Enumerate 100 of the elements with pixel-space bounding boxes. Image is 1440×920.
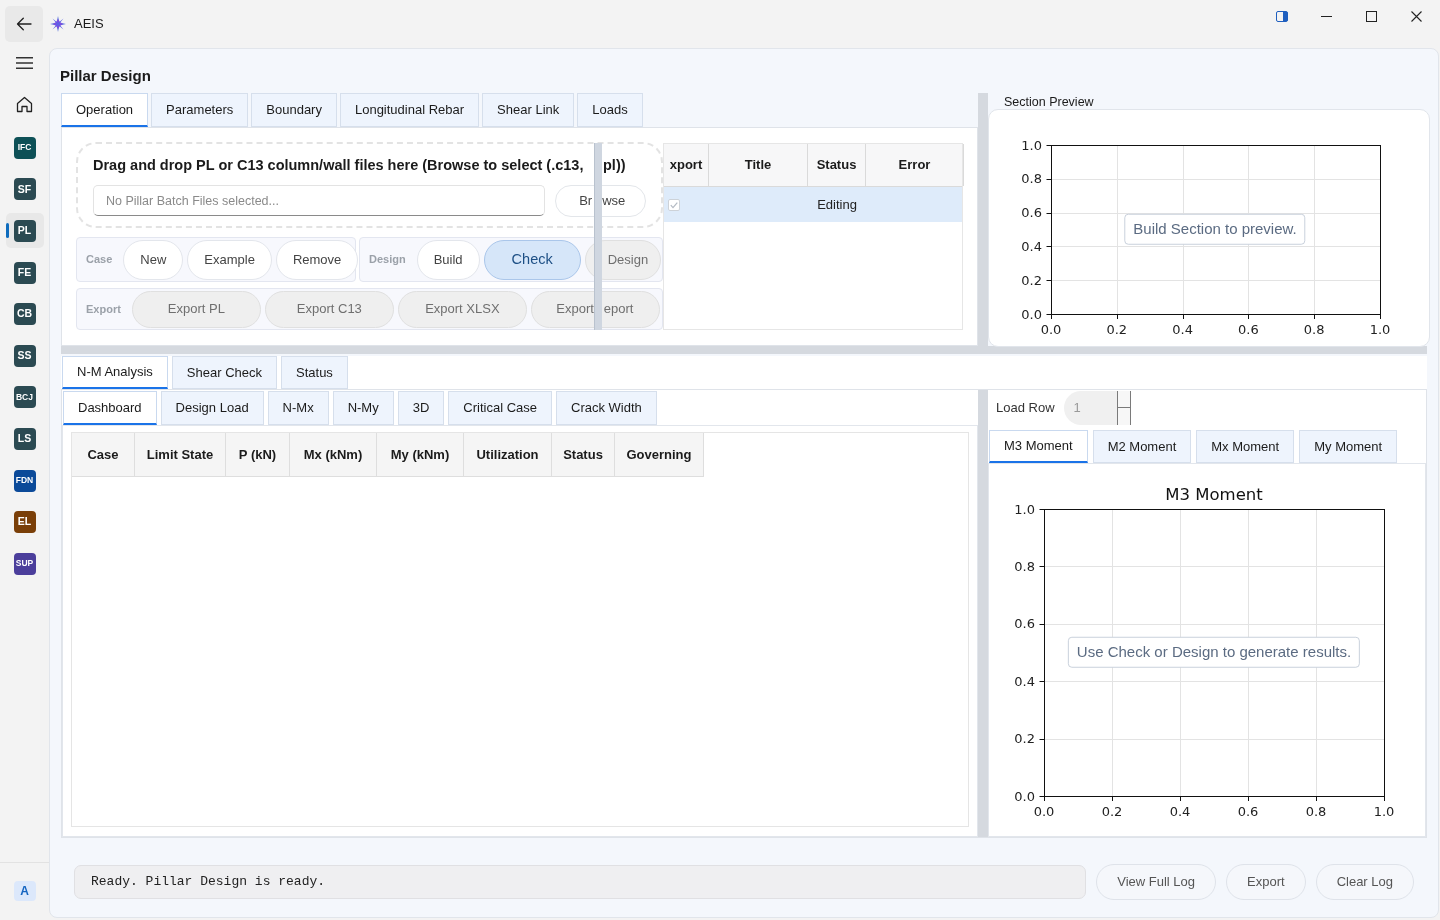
table-cell-text: Editing <box>816 195 858 214</box>
action-button[interactable]: Remove <box>275 239 359 280</box>
action-button[interactable]: New <box>123 239 184 280</box>
tab[interactable]: Dashboard <box>63 391 157 425</box>
tab[interactable]: Longitudinal Rebar <box>339 93 480 127</box>
module-badge: BCJ <box>13 386 36 409</box>
module-badge: SF <box>13 178 36 201</box>
axis-tick-label: 1.0 <box>1369 322 1391 337</box>
column-header: Mx (kNm) <box>290 433 377 477</box>
axis-tick-label: 0.4 <box>1169 804 1191 819</box>
module-badge: CB <box>13 303 36 326</box>
column-header: Case <box>72 433 135 477</box>
axis-tick-label: 0.2 <box>1021 272 1042 288</box>
tab[interactable]: Shear Check <box>171 356 277 389</box>
axis-tick-label: 0.4 <box>1021 239 1042 255</box>
axis-tick-label: 0.6 <box>1021 205 1042 221</box>
axis-tick-label: 0.8 <box>1021 171 1042 187</box>
log-field: Ready. Pillar Design is ready. <box>74 865 1087 899</box>
axis-tick-label: 0.0 <box>1040 322 1062 337</box>
tab[interactable]: M2 Moment <box>1092 430 1192 463</box>
splitter-handle[interactable] <box>594 143 602 330</box>
group-label: Design <box>369 252 406 268</box>
splitter-handle[interactable] <box>978 390 988 837</box>
group-label: Export <box>86 301 121 317</box>
splitter-handle[interactable] <box>61 346 1427 354</box>
column-header: Status <box>552 433 615 477</box>
maximize-icon <box>1366 10 1377 22</box>
axis-tick-label: 0.6 <box>1014 616 1035 632</box>
module-nav-button[interactable]: IFC <box>5 130 44 166</box>
column-header: Governing <box>615 433 704 477</box>
module-nav-button[interactable]: FE <box>5 255 44 291</box>
tab[interactable]: Mx Moment <box>1196 430 1295 463</box>
placeholder-message: Build Section to preview. <box>1124 213 1306 245</box>
field-label: Load Row <box>996 398 1055 417</box>
axis-tick-label: 0.4 <box>1172 322 1193 337</box>
back-button[interactable] <box>5 6 43 42</box>
tab[interactable]: N-M Analysis <box>62 356 168 389</box>
tab[interactable]: Operation <box>61 93 149 127</box>
module-nav-button[interactable]: LS <box>5 421 44 457</box>
module-badge: PL <box>13 220 36 242</box>
axis-tick-label: 0.0 <box>1021 306 1042 322</box>
tab[interactable]: M3 Moment <box>989 430 1088 463</box>
module-badge: EL <box>13 511 36 534</box>
tab[interactable]: N-Mx <box>267 391 329 425</box>
group-title: Section Preview <box>1003 95 1095 109</box>
action-button[interactable]: Build <box>416 239 480 280</box>
group-label: Case <box>86 252 113 268</box>
column-header: Limit State <box>135 433 226 477</box>
axis-tick-label: 1.0 <box>1014 501 1035 517</box>
action-button[interactable]: Check <box>483 239 581 280</box>
axis-tick-label: 0.0 <box>1014 788 1035 804</box>
tab[interactable]: N-My <box>332 391 394 425</box>
tab[interactable]: Parameters <box>151 93 249 127</box>
module-nav-button[interactable]: BCJ <box>5 379 44 415</box>
module-badge: SUP <box>13 552 36 575</box>
back-arrow-icon <box>16 17 32 31</box>
axis-tick-label: 0.8 <box>1303 322 1325 337</box>
tab[interactable]: Design Load <box>160 391 264 425</box>
tab[interactable]: My Moment <box>1299 430 1398 463</box>
selection-indicator-icon <box>5 223 9 239</box>
tab[interactable]: Critical Case <box>448 391 552 425</box>
drop-zone[interactable]: Drag and drop PL or C13 column/wall files here (Browse to select (.c13, pl)) No Pillar Batch Files selected... Br wse <box>76 142 663 228</box>
menu-icon <box>16 57 33 69</box>
tab[interactable]: Boundary <box>251 93 337 127</box>
checkbox[interactable] <box>668 198 680 211</box>
tab[interactable]: Shear Link <box>482 93 575 127</box>
module-nav-button[interactable]: CB <box>5 296 44 332</box>
axis-tick-label: 0.2 <box>1014 731 1035 747</box>
tab[interactable]: Status <box>281 356 348 389</box>
axis-tick-label: 0.6 <box>1237 804 1259 819</box>
module-badge: FDN <box>13 469 36 492</box>
axis-tick-label: 1.0 <box>1021 137 1042 153</box>
column-header: Status <box>808 144 866 186</box>
axis-tick-label: 0.4 <box>1014 673 1035 689</box>
column-header: Error <box>866 144 964 186</box>
file-path-field[interactable]: No Pillar Batch Files selected... <box>93 185 546 216</box>
log-action-button[interactable]: Clear Log <box>1315 864 1414 900</box>
axis-tick-label: 1.0 <box>1373 804 1395 819</box>
tab[interactable]: Crack Width <box>556 391 657 425</box>
log-action-button[interactable]: Export <box>1226 864 1306 900</box>
drop-zone-instruction: Drag and drop PL or C13 column/wall files here (Browse to select (.c13, pl)) <box>93 156 627 176</box>
axis-tick-label: 0.8 <box>1014 559 1035 575</box>
module-nav-button[interactable]: EL <box>5 504 44 540</box>
splitter-handle[interactable] <box>978 93 988 346</box>
tab[interactable]: 3D <box>397 391 445 425</box>
module-nav-button[interactable]: FDN <box>5 463 44 499</box>
home-icon <box>16 95 33 113</box>
placeholder-message: Use Check or Design to generate results. <box>1067 636 1361 668</box>
module-nav-button[interactable]: SUP <box>5 546 44 582</box>
module-nav-button[interactable]: SS <box>5 338 44 374</box>
module-nav-button[interactable]: SF <box>5 171 44 207</box>
column-header: Utilization <box>464 433 552 477</box>
module-nav-button[interactable]: PL <box>5 213 44 249</box>
browse-button[interactable]: Br wse <box>555 185 646 217</box>
module-badge: FE <box>13 261 36 284</box>
tab[interactable]: Loads <box>577 93 643 127</box>
table-row[interactable]: Editing <box>664 187 962 222</box>
log-action-button[interactable]: View Full Log <box>1096 864 1217 900</box>
action-button[interactable]: Example <box>187 239 272 280</box>
axis-tick-label: 0.6 <box>1238 322 1259 337</box>
